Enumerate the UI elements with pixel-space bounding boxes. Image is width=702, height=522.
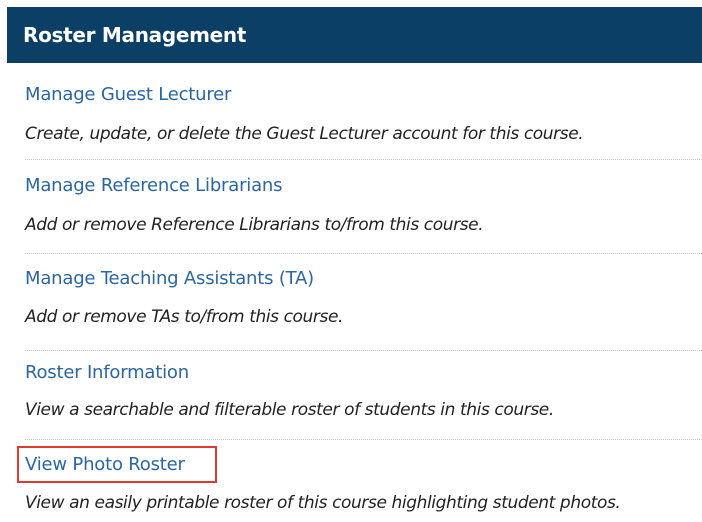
roster-information-description: View a searchable and filterable roster … (25, 400, 554, 420)
divider (25, 253, 702, 254)
panel-title: Roster Management (23, 23, 247, 47)
manage-teaching-assistants-description: Add or remove TAs to/from this course. (25, 307, 344, 327)
manage-reference-librarians-description: Add or remove Reference Librarians to/fr… (25, 215, 484, 235)
view-photo-roster-description: View an easily printable roster of this … (25, 493, 621, 513)
manage-teaching-assistants-link[interactable]: Manage Teaching Assistants (TA) (25, 268, 314, 289)
roster-management-panel: Roster Management (7, 7, 702, 63)
divider (25, 350, 702, 351)
manage-guest-lecturer-link[interactable]: Manage Guest Lecturer (25, 84, 231, 105)
manage-guest-lecturer-description: Create, update, or delete the Guest Lect… (25, 124, 584, 144)
manage-reference-librarians-link[interactable]: Manage Reference Librarians (25, 175, 282, 196)
divider (25, 439, 702, 440)
roster-information-link[interactable]: Roster Information (25, 362, 189, 383)
divider (25, 159, 702, 160)
panel-header: Roster Management (7, 7, 702, 63)
view-photo-roster-link[interactable]: View Photo Roster (25, 454, 185, 475)
